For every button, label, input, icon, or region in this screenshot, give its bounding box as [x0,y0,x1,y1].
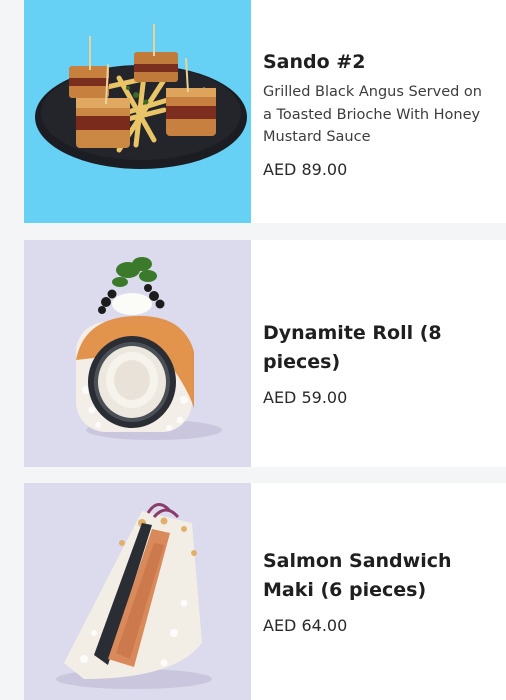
menu-item-name: Sando #2 [263,51,366,74]
sando-image [24,0,251,223]
dynamite-roll-image [24,240,251,467]
menu-item-info: Sando #2 Grilled Black Angus Served on a… [251,0,506,223]
menu-item-description: Grilled Black Angus Served on a Toasted … [263,84,482,146]
menu-list: Sando #2 Grilled Black Angus Served on a… [24,0,506,700]
menu-item-name: Salmon Sandwich Maki (6 pieces) [263,549,452,601]
salmon-sandwich-maki-image [24,483,251,700]
menu-item-name: Dynamite Roll (8 pieces) [263,321,442,373]
menu-item-card[interactable]: Salmon Sandwich Maki (6 pieces) AED 64.0… [24,483,506,700]
menu-item-card[interactable]: Sando #2 Grilled Black Angus Served on a… [24,0,506,223]
menu-item-card[interactable]: Dynamite Roll (8 pieces) AED 59.00 [24,240,506,467]
menu-item-price: AED 89.00 [263,159,348,179]
menu-item-price: AED 64.00 [263,615,348,635]
menu-item-info: Dynamite Roll (8 pieces) AED 59.00 [251,240,506,467]
menu-item-price: AED 59.00 [263,387,348,407]
menu-item-info: Salmon Sandwich Maki (6 pieces) AED 64.0… [251,483,506,700]
